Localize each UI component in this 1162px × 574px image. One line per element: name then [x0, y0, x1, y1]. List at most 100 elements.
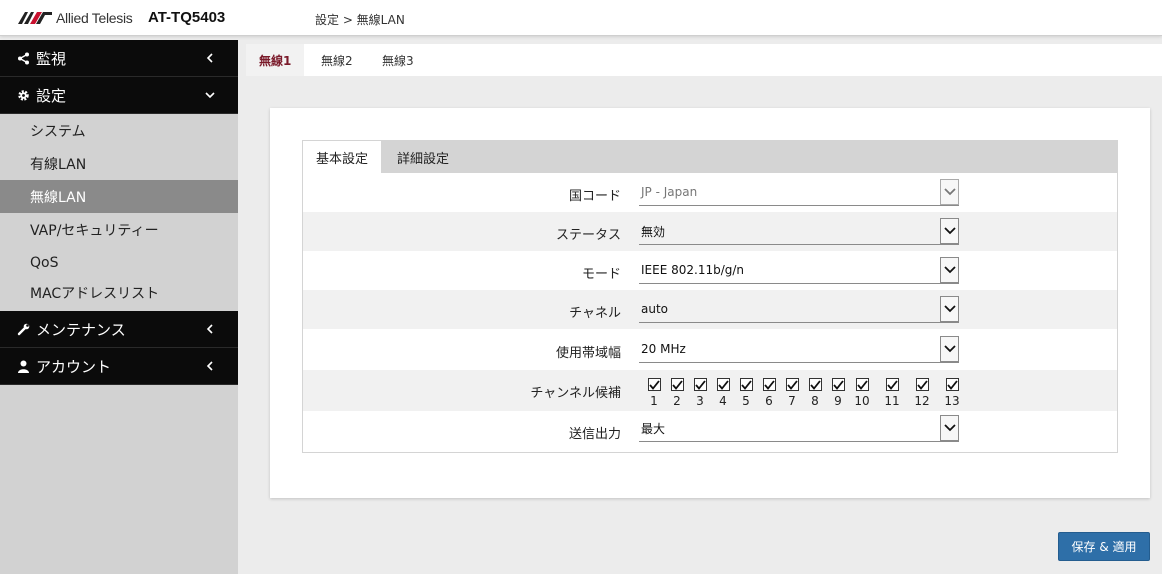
tab-radio1[interactable]: 無線1: [246, 44, 305, 76]
channel-number: 2: [673, 394, 681, 408]
form-row-country: 国コード JP - Japan: [303, 173, 1117, 212]
status-label: ステータス: [555, 228, 621, 243]
tab-advanced-settings[interactable]: 詳細設定: [397, 141, 449, 173]
channel-number: 8: [811, 394, 819, 408]
save-apply-button[interactable]: 保存 & 適用: [1058, 532, 1150, 561]
chevron-left-icon: [206, 361, 213, 371]
channel-checkbox-item: 13: [944, 378, 960, 408]
channel-candidates-label: チャンネル候補: [530, 386, 621, 401]
form-row-tx-power: 送信出力 最大: [303, 411, 1117, 450]
user-icon: [16, 359, 30, 373]
chevron-down-icon: [940, 296, 959, 322]
status-value: 無効: [641, 224, 666, 239]
country-value: JP - Japan: [641, 185, 698, 199]
form-row-bandwidth: 使用帯域幅 20 MHz: [303, 330, 1117, 369]
channel-checkbox-item: 8: [807, 378, 823, 408]
channel-number: 12: [914, 394, 930, 408]
checkmark-icon: [916, 379, 928, 390]
channel-checkbox-item: 3: [692, 378, 708, 408]
sidebar: 監視 設定 システム 有線LAN 無線LAN VAP/セキュリティー QoS M…: [0, 40, 238, 574]
chevron-down-icon: [205, 92, 215, 99]
channel-checkbox[interactable]: [693, 378, 707, 391]
checkmark-icon: [786, 379, 798, 390]
checkmark-icon: [886, 379, 898, 390]
channel-checkbox-item: 2: [669, 378, 685, 408]
form-row-mode: モード IEEE 802.11b/g/n: [303, 251, 1117, 290]
checkmark-icon: [740, 379, 752, 390]
status-select[interactable]: 無効: [639, 218, 959, 245]
device-model: AT-TQ5403: [148, 9, 226, 26]
tx-power-label: 送信出力: [568, 427, 621, 442]
settings-form: 基本設定 詳細設定 国コード JP - Japan ステータス 無効 モード I…: [302, 140, 1118, 453]
chevron-left-icon: [206, 324, 213, 334]
checkmark-icon: [694, 379, 706, 390]
bandwidth-select[interactable]: 20 MHz: [639, 336, 959, 363]
channel-checkbox-item: 1: [646, 378, 662, 408]
channel-select[interactable]: auto: [639, 296, 959, 323]
country-label: 国コード: [568, 189, 621, 204]
channel-checkbox[interactable]: [670, 378, 684, 391]
channel-checkbox-item: 11: [884, 378, 900, 408]
country-select[interactable]: JP - Japan: [639, 179, 959, 206]
share-icon: [16, 51, 30, 65]
channel-checkbox[interactable]: [808, 378, 822, 391]
channel-checkbox[interactable]: [831, 378, 845, 391]
channel-checkbox-item: 12: [914, 378, 930, 408]
channel-checkbox-item: 6: [761, 378, 777, 408]
sidebar-subitem-vap-security[interactable]: VAP/セキュリティー: [0, 213, 238, 246]
sidebar-subitem-wired-lan[interactable]: 有線LAN: [0, 147, 238, 180]
sidebar-item-label: メンテナンス: [36, 320, 126, 339]
channel-checkbox[interactable]: [885, 378, 899, 391]
channel-checkbox[interactable]: [762, 378, 776, 391]
checkmark-icon: [671, 379, 683, 390]
sidebar-subitem-system[interactable]: システム: [0, 114, 238, 147]
tab-radio2[interactable]: 無線2: [321, 44, 353, 76]
channel-number: 1: [650, 394, 658, 408]
bandwidth-label: 使用帯域幅: [555, 346, 621, 361]
channel-checkbox[interactable]: [647, 378, 661, 391]
channel-checkbox[interactable]: [855, 378, 869, 391]
channel-checkbox-item: 4: [715, 378, 731, 408]
settings-panel: 基本設定 詳細設定 国コード JP - Japan ステータス 無効 モード I…: [270, 108, 1150, 498]
sidebar-subitem-wireless-lan[interactable]: 無線LAN: [0, 180, 238, 213]
chevron-down-icon: [940, 218, 959, 244]
channel-checkbox[interactable]: [739, 378, 753, 391]
bandwidth-value: 20 MHz: [641, 342, 686, 356]
channel-checkbox[interactable]: [915, 378, 929, 391]
channel-number: 6: [765, 394, 773, 408]
channel-number: 11: [884, 394, 900, 408]
channel-checkbox-item: 9: [830, 378, 846, 408]
checkmark-icon: [856, 379, 868, 390]
sidebar-item-maintenance[interactable]: メンテナンス: [0, 311, 238, 348]
channel-number: 4: [719, 394, 727, 408]
tx-power-select[interactable]: 最大: [639, 415, 959, 442]
channel-checkbox-item: 5: [738, 378, 754, 408]
checkmark-icon: [648, 379, 660, 390]
channel-number: 3: [696, 394, 704, 408]
tab-basic-settings[interactable]: 基本設定: [303, 141, 382, 173]
form-row-status: ステータス 無効: [303, 212, 1117, 251]
checkmark-icon: [763, 379, 775, 390]
channel-number: 5: [742, 394, 750, 408]
sidebar-item-label: 監視: [36, 49, 67, 68]
channel-checkbox[interactable]: [785, 378, 799, 391]
sidebar-item-label: 設定: [36, 86, 67, 105]
allied-telesis-logo: Allied Telesis: [18, 10, 133, 26]
mode-value: IEEE 802.11b/g/n: [641, 263, 745, 277]
channel-checkbox[interactable]: [945, 378, 959, 391]
settings-tabs: 基本設定 詳細設定: [303, 141, 1117, 173]
mode-select[interactable]: IEEE 802.11b/g/n: [639, 257, 959, 284]
sidebar-item-monitor[interactable]: 監視: [0, 40, 238, 77]
channel-number: 13: [944, 394, 960, 408]
tx-power-value: 最大: [641, 421, 666, 436]
radio-tabs: 無線1 無線2 無線3: [246, 44, 1162, 76]
sidebar-item-account[interactable]: アカウント: [0, 348, 238, 385]
sidebar-subitem-qos[interactable]: QoS: [0, 246, 238, 279]
tab-radio3[interactable]: 無線3: [382, 44, 414, 76]
sidebar-subitem-mac-address-list[interactable]: MACアドレスリスト: [0, 279, 238, 311]
sidebar-item-settings[interactable]: 設定: [0, 77, 238, 114]
channel-checkbox[interactable]: [716, 378, 730, 391]
channel-value: auto: [641, 302, 669, 316]
chevron-left-icon: [206, 53, 213, 63]
channel-number: 9: [834, 394, 842, 408]
